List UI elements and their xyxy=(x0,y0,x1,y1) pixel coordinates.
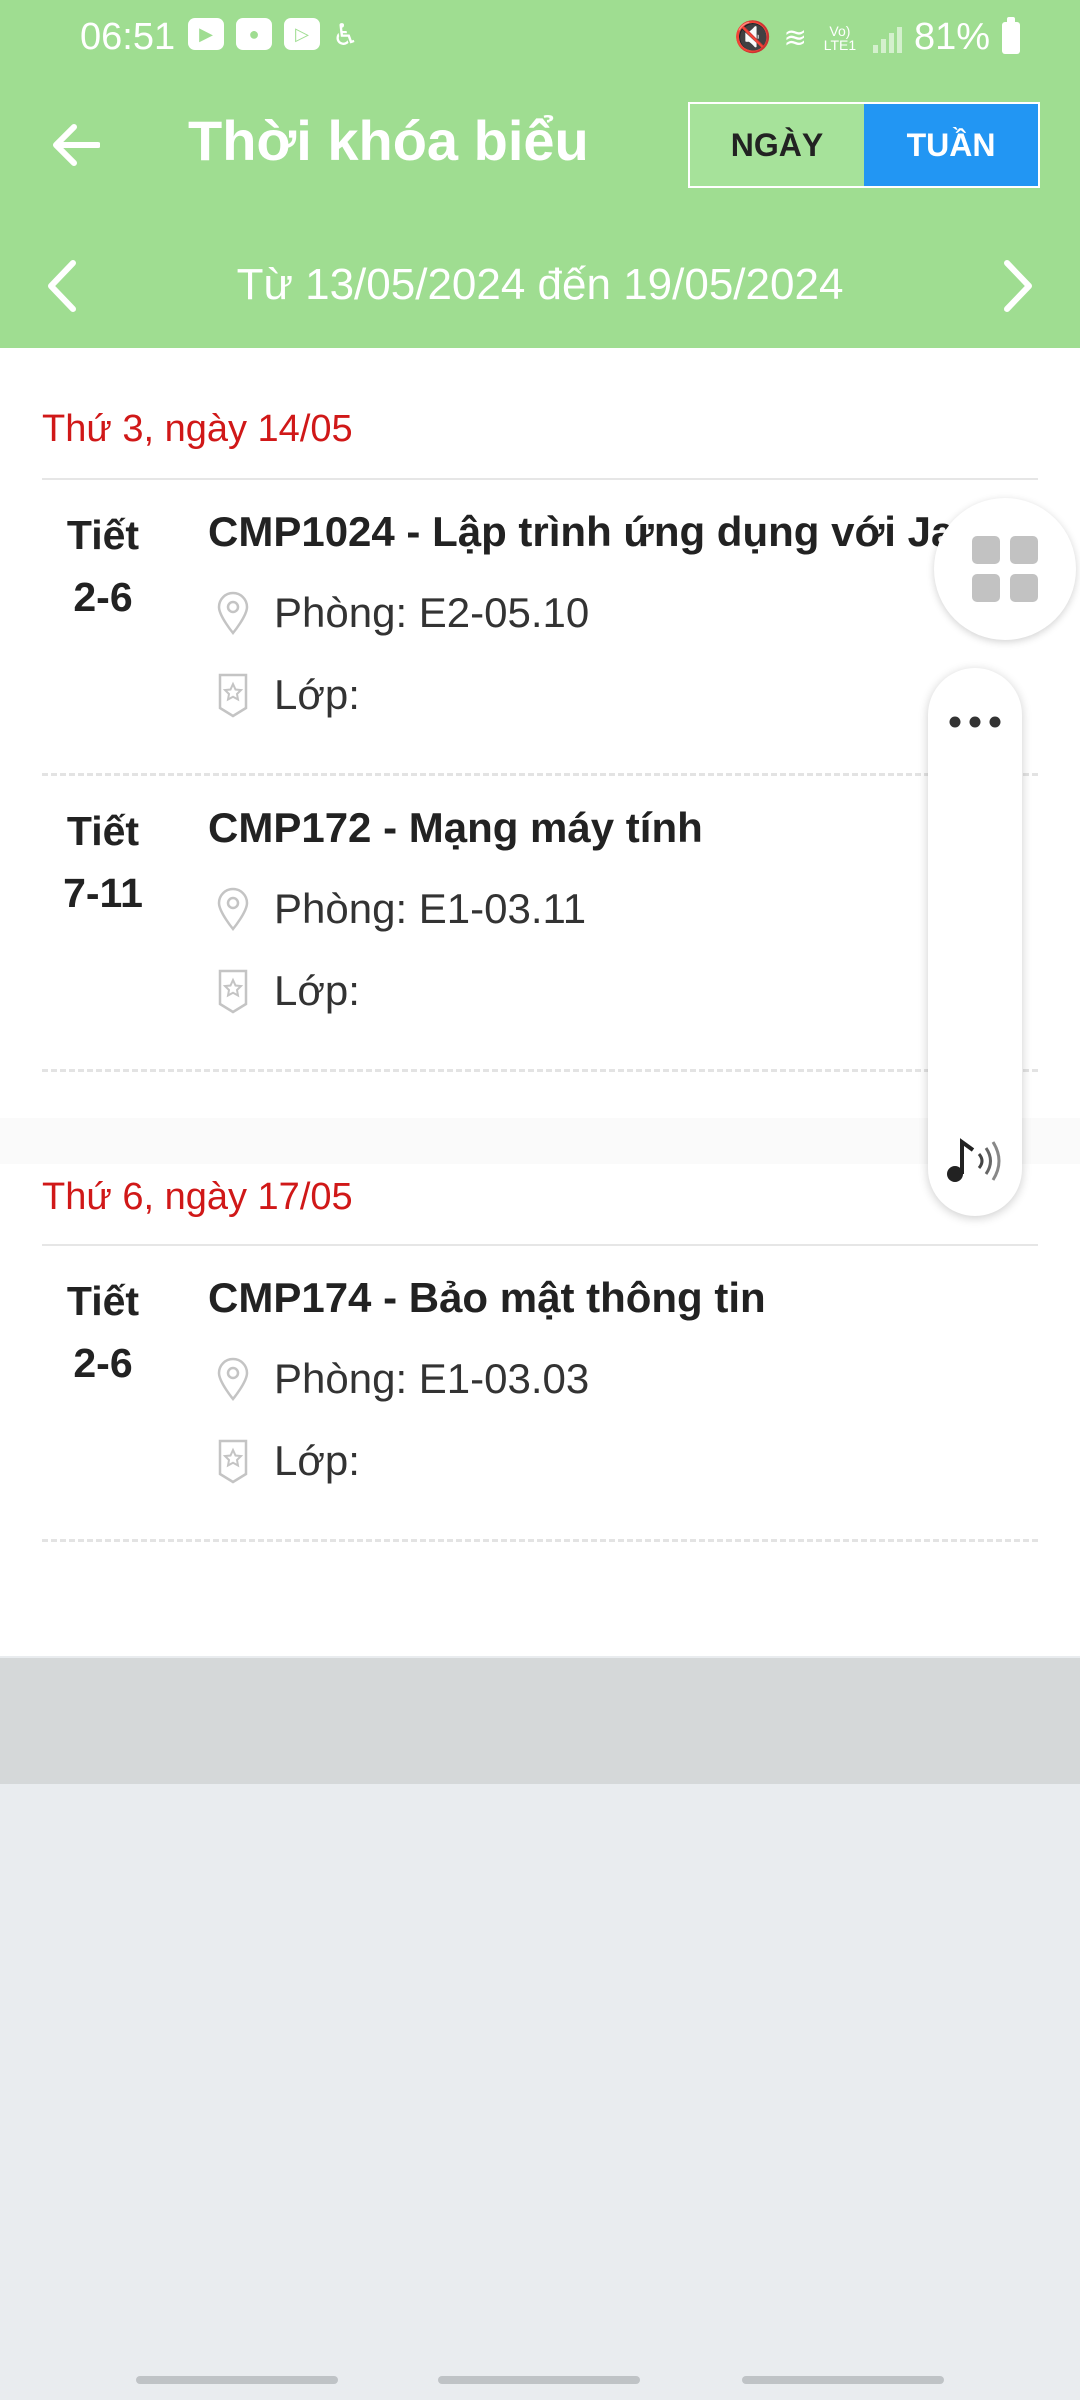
day-section: Thứ 6, ngày 17/05 Tiết 2-6 CMP174 - Bảo … xyxy=(0,1116,1080,1542)
room-text: Phòng: E1-03.11 xyxy=(274,885,587,932)
notification-icons: ▶ ● ▷ ♿ xyxy=(188,18,359,53)
period-label: Tiết xyxy=(66,512,140,558)
view-day-button[interactable]: NGÀY xyxy=(690,104,864,186)
room-text: Phòng: E2-05.10 xyxy=(274,589,590,636)
lesson-separator xyxy=(42,1539,1038,1542)
battery-percent: 81% xyxy=(913,16,990,58)
lesson-class: Lớp: xyxy=(208,670,360,720)
music-sound-icon xyxy=(947,1138,1001,1182)
date-range-label: Từ 13/05/2024 đến 19/05/2024 xyxy=(236,260,844,309)
period-label: Tiết xyxy=(66,808,140,854)
sound-button[interactable] xyxy=(928,1126,1022,1196)
class-text: Lớp: xyxy=(274,1437,360,1484)
lesson-period: Tiết 7-11 xyxy=(30,800,176,924)
day-header: Thứ 3, ngày 14/05 xyxy=(42,408,353,450)
chevron-right-icon xyxy=(1004,260,1032,312)
status-bar: 06:51 ▶ ● ▷ ♿ 🔇 ≋ Vo) LTE1 81% xyxy=(0,0,1080,75)
mute-icon: 🔇 xyxy=(734,21,772,54)
system-icons: 🔇 ≋ Vo) LTE1 81% xyxy=(734,16,1020,59)
lesson-period: Tiết 2-6 xyxy=(30,1270,176,1394)
lesson-room: Phòng: E1-03.03 xyxy=(208,1354,589,1404)
room-text: Phòng: E1-03.03 xyxy=(274,1355,590,1402)
youtube-icon: ▶ xyxy=(188,18,224,50)
date-navigator: Từ 13/05/2024 đến 19/05/2024 xyxy=(0,240,1080,332)
lesson-room: Phòng: E1-03.11 xyxy=(208,884,586,934)
day-header: Thứ 6, ngày 17/05 xyxy=(42,1176,353,1218)
class-badge-icon xyxy=(208,966,258,1016)
lesson-separator xyxy=(42,1069,1038,1072)
nav-gesture-bar-left[interactable] xyxy=(136,2376,338,2384)
wifi-icon: ≋ xyxy=(783,22,807,53)
class-badge-icon xyxy=(208,670,258,720)
more-horizontal-icon xyxy=(949,716,1001,728)
arrow-left-icon xyxy=(53,124,100,166)
period-label: Tiết xyxy=(66,1278,140,1324)
lesson-room: Phòng: E2-05.10 xyxy=(208,588,589,638)
timetable-list: Thứ 3, ngày 14/05 Tiết 2-6 CMP1024 - Lập… xyxy=(0,348,1080,1656)
lesson-item[interactable]: Tiết 7-11 CMP172 - Mạng máy tính Phòng: … xyxy=(0,776,1080,1072)
view-week-button[interactable]: TUẦN xyxy=(864,104,1038,186)
nav-gesture-bar-right[interactable] xyxy=(742,2376,944,2384)
battery-icon xyxy=(1002,16,1020,54)
lesson-title: CMP172 - Mạng máy tính xyxy=(208,804,703,851)
class-text: Lớp: xyxy=(274,671,360,718)
signal-icon xyxy=(872,23,902,53)
grid-icon xyxy=(972,536,1038,602)
period-range: 7-11 xyxy=(63,870,143,916)
status-time: 06:51 xyxy=(80,16,176,58)
lesson-class: Lớp: xyxy=(208,1436,360,1486)
page-title: Thời khóa biểu xyxy=(188,109,589,172)
volte-label: Vo) LTE1 xyxy=(823,22,857,53)
lesson-class: Lớp: xyxy=(208,966,360,1016)
period-range: 2-6 xyxy=(73,1340,133,1386)
next-week-button[interactable] xyxy=(982,250,1054,322)
more-options-button[interactable] xyxy=(928,692,1022,752)
lesson-period: Tiết 2-6 xyxy=(30,504,176,628)
lesson-item[interactable]: Tiết 2-6 CMP174 - Bảo mật thông tin Phòn… xyxy=(0,1246,1080,1542)
period-range: 2-6 xyxy=(73,574,133,620)
accessibility-icon: ♿ xyxy=(332,19,359,52)
class-badge-icon xyxy=(208,1436,258,1486)
lesson-item[interactable]: Tiết 2-6 CMP1024 - Lập trình ứng dụng vớ… xyxy=(0,480,1080,776)
app-notification-icon: ● xyxy=(236,18,272,50)
floating-side-panel[interactable] xyxy=(928,668,1022,1216)
lesson-title: CMP174 - Bảo mật thông tin xyxy=(208,1274,766,1321)
nav-gesture-bar-center[interactable] xyxy=(438,2376,640,2384)
view-toggle: NGÀY TUẦN xyxy=(688,102,1040,188)
class-text: Lớp: xyxy=(274,967,360,1014)
app-header: 06:51 ▶ ● ▷ ♿ 🔇 ≋ Vo) LTE1 81% Thời khóa… xyxy=(0,0,1080,348)
video-app-icon: ▷ xyxy=(284,18,320,50)
location-pin-icon xyxy=(208,1354,258,1404)
back-button[interactable] xyxy=(40,110,110,180)
location-pin-icon xyxy=(208,884,258,934)
apps-grid-button[interactable] xyxy=(934,498,1076,640)
location-pin-icon xyxy=(208,588,258,638)
lesson-title: CMP1024 - Lập trình ứng dụng với Java xyxy=(208,508,1002,555)
footer-band xyxy=(0,1658,1080,1784)
day-section: Thứ 3, ngày 14/05 Tiết 2-6 CMP1024 - Lập… xyxy=(0,348,1080,1116)
